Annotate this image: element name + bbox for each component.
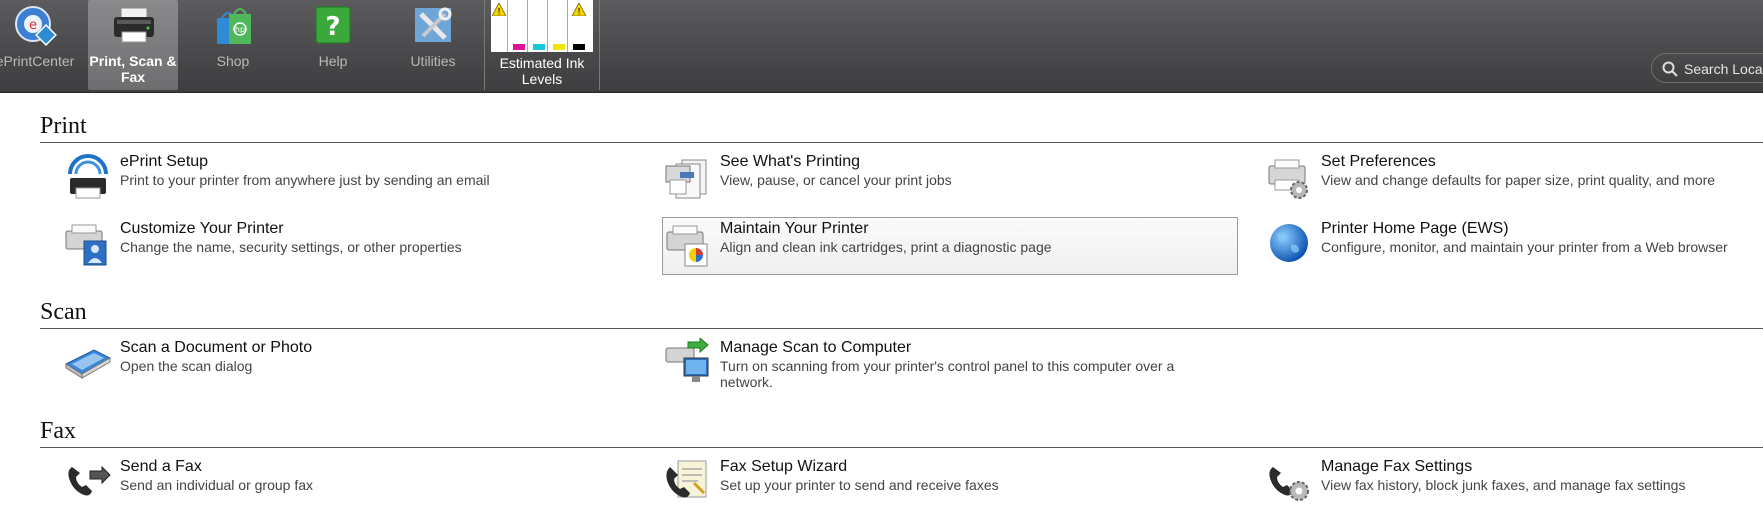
- top-toolbar: e ePrintCenter Print, Scan & Fax hp Shop…: [0, 0, 1763, 93]
- task-title: Manage Fax Settings: [1321, 458, 1473, 475]
- task-set-preferences[interactable]: Set Preferences View and change defaults…: [1265, 152, 1763, 210]
- printer-maintain-icon: [665, 220, 713, 270]
- task-eprint-setup[interactable]: ePrint Setup Print to your printer from …: [64, 152, 640, 210]
- task-title: Set Preferences: [1321, 153, 1436, 170]
- globe-icon: [1265, 219, 1313, 269]
- scan-to-computer-icon: [664, 336, 712, 388]
- svg-text:!: !: [577, 8, 581, 17]
- task-description: Change the name, security settings, or o…: [120, 239, 462, 255]
- task-description: Configure, monitor, and maintain your pr…: [1321, 239, 1728, 255]
- printer-customize-icon: [64, 219, 112, 269]
- section-title-fax: Fax: [40, 418, 76, 444]
- task-title: Fax Setup Wizard: [720, 458, 848, 475]
- search-icon: [1662, 61, 1678, 77]
- tab-eprintcenter[interactable]: e ePrintCenter: [0, 0, 80, 90]
- ink-cartridge-black-1: !: [491, 0, 508, 52]
- section-title-print: Print: [40, 113, 87, 139]
- print-queue-icon: [664, 152, 712, 202]
- task-see-whats-printing[interactable]: See What's Printing View, pause, or canc…: [664, 152, 1240, 210]
- section-title-scan: Scan: [40, 299, 87, 325]
- task-description: Open the scan dialog: [120, 358, 253, 374]
- search-placeholder: Search Loca: [1684, 61, 1763, 77]
- task-description: Print to your printer from anywhere just…: [120, 172, 490, 188]
- task-customize-printer[interactable]: Customize Your Printer Change the name, …: [64, 219, 640, 277]
- warning-icon: !: [491, 2, 507, 19]
- task-description: Turn on scanning from your printer's con…: [720, 358, 1175, 390]
- svg-text:e: e: [29, 18, 37, 33]
- eprint-icon: [64, 152, 112, 202]
- scanner-icon: [64, 338, 112, 388]
- ink-levels-button[interactable]: ! ! Estimated Ink Levels: [484, 0, 600, 90]
- task-title: Manage Scan to Computer: [720, 339, 912, 356]
- task-description: View fax history, block junk faxes, and …: [1321, 477, 1686, 493]
- task-description: Set up your printer to send and receive …: [720, 477, 999, 493]
- task-manage-fax-settings[interactable]: Manage Fax Settings View fax history, bl…: [1265, 457, 1763, 515]
- fax-wizard-icon: [664, 457, 712, 507]
- section-divider: [40, 142, 1763, 143]
- task-title: Customize Your Printer: [120, 220, 284, 237]
- section-divider: [40, 447, 1763, 448]
- tab-label: Shop: [216, 53, 250, 69]
- svg-text:hp: hp: [235, 25, 245, 34]
- task-scan-document[interactable]: Scan a Document or Photo Open the scan d…: [64, 338, 640, 396]
- printer-icon: [111, 4, 155, 48]
- fax-settings-icon: [1265, 457, 1313, 507]
- task-title: ePrint Setup: [120, 153, 209, 170]
- task-description: View, pause, or cancel your print jobs: [720, 172, 952, 188]
- task-manage-scan-to-computer[interactable]: Manage Scan to Computer Turn on scanning…: [664, 336, 1240, 396]
- ink-levels-gauge: ! !: [491, 0, 593, 52]
- svg-text:?: ?: [325, 12, 340, 42]
- ink-cartridge-yellow: [551, 0, 568, 52]
- tab-label: Print, Scan & Fax: [89, 53, 177, 85]
- task-description: View and change defaults for paper size,…: [1321, 172, 1716, 188]
- section-divider: [40, 328, 1763, 329]
- svg-text:!: !: [497, 8, 501, 17]
- tab-utilities[interactable]: Utilities: [388, 0, 478, 90]
- eprint-center-icon: e: [13, 4, 57, 48]
- tab-label: ePrintCenter: [0, 53, 75, 69]
- task-title: Send a Fax: [120, 458, 202, 475]
- tab-help[interactable]: ? Help: [288, 0, 378, 90]
- task-description: Send an individual or group fax: [120, 477, 314, 493]
- tab-shop[interactable]: hp Shop: [188, 0, 278, 90]
- task-title: Maintain Your Printer: [720, 220, 869, 237]
- task-title: See What's Printing: [720, 153, 861, 170]
- task-title: Printer Home Page (EWS): [1321, 220, 1509, 237]
- task-send-fax[interactable]: Send a Fax Send an individual or group f…: [64, 457, 640, 515]
- tools-icon: [411, 4, 455, 48]
- ink-cartridge-cyan: [531, 0, 548, 52]
- ink-cartridge-black-2: !: [571, 0, 587, 52]
- tab-label: Help: [318, 53, 348, 69]
- warning-icon: !: [571, 2, 587, 19]
- tab-print-scan-fax[interactable]: Print, Scan & Fax: [88, 0, 178, 90]
- printer-settings-icon: [1265, 152, 1313, 202]
- task-title: Scan a Document or Photo: [120, 339, 313, 356]
- search-input[interactable]: Search Loca: [1651, 53, 1763, 83]
- task-maintain-printer[interactable]: Maintain Your Printer Align and clean in…: [662, 217, 1238, 275]
- tab-label: Utilities: [410, 53, 456, 69]
- task-description: Align and clean ink cartridges, print a …: [720, 239, 1052, 255]
- ink-levels-label: Estimated Ink Levels: [499, 55, 585, 87]
- send-fax-icon: [64, 457, 112, 507]
- ink-cartridge-magenta: [511, 0, 528, 52]
- task-fax-setup-wizard[interactable]: Fax Setup Wizard Set up your printer to …: [664, 457, 1240, 515]
- help-icon: ?: [311, 4, 355, 48]
- task-printer-home-page[interactable]: Printer Home Page (EWS) Configure, monit…: [1265, 219, 1763, 277]
- shopping-bag-icon: hp: [211, 4, 255, 48]
